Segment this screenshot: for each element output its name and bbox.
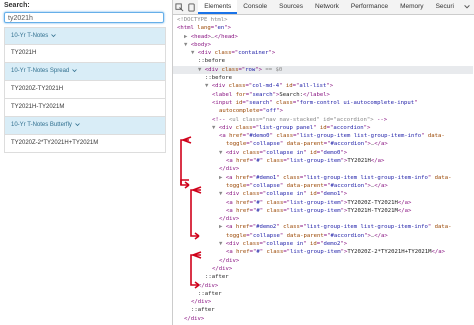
webpage-panel: Search: ty2021h 10-Yr T-Notes TY2021H 10-Y… xyxy=(0,0,172,325)
list-item-label: TY2020Z-2*TY2021H+TY2021M xyxy=(11,140,99,146)
chevron-down-icon xyxy=(72,69,78,72)
list-item-label: TY2021H-TY2021M xyxy=(11,104,65,110)
annotation-bracket-1 xyxy=(180,139,189,186)
list-group-header[interactable]: 10-Yr T-Notes xyxy=(4,27,166,45)
list-group-header[interactable]: 10-Yr T-Notes Butterfly xyxy=(4,117,166,135)
accordion-list: 10-Yr T-Notes TY2021H 10-Yr T-Notes Spread… xyxy=(4,27,166,153)
list-group-item[interactable]: TY2021H-TY2021M xyxy=(4,99,166,117)
list-item-label: 10-Yr T-Notes Butterfly xyxy=(11,122,72,128)
list-group-item[interactable]: TY2021H xyxy=(4,45,166,63)
list-item-label: TY2021H xyxy=(11,50,37,56)
list-item-label: TY2020Z-TY2021H xyxy=(11,86,64,92)
chevron-down-icon xyxy=(75,123,80,126)
annotation-arrows xyxy=(180,136,202,289)
list-item-label: 10-Yr T-Notes xyxy=(11,33,49,39)
annotation-bracket-3 xyxy=(190,254,201,286)
search-label: Search: xyxy=(4,2,30,9)
list-item-label: 10-Yr T-Notes Spread xyxy=(11,68,70,74)
chevron-down-icon xyxy=(51,34,57,37)
list-group-item[interactable]: TY2020Z-2*TY2021H+TY2021M xyxy=(4,135,166,153)
search-input[interactable]: ty2021h xyxy=(4,12,164,23)
devtools-panel: Elements Console Sources Network Performance… xyxy=(172,0,474,325)
annotation-bracket-2 xyxy=(190,189,201,237)
list-group-header[interactable]: 10-Yr T-Notes Spread xyxy=(4,63,166,81)
list-group-item[interactable]: TY2020Z-TY2021H xyxy=(4,81,166,99)
